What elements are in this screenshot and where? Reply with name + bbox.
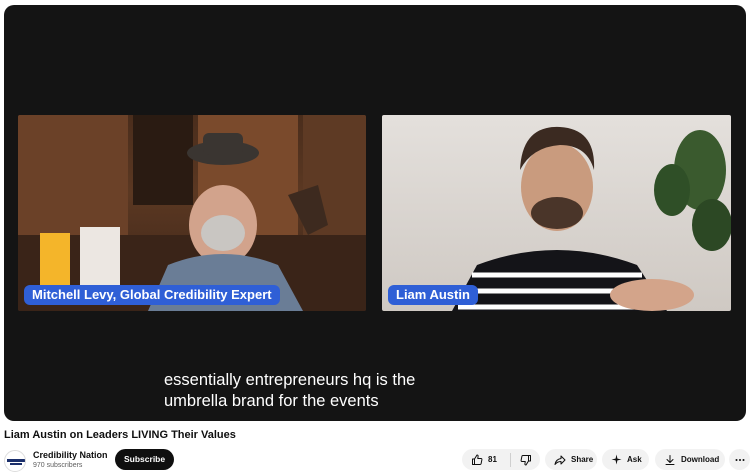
share-label: Share (571, 455, 594, 464)
participant-tile-left: Mitchell Levy, Global Credibility Expert (18, 115, 366, 311)
ask-label: Ask (627, 455, 642, 464)
video-caption: essentially entrepreneurs hq is the umbr… (164, 370, 415, 412)
download-button[interactable]: Download (655, 449, 725, 470)
video-player[interactable]: Mitchell Levy, Global Credibility Expert… (4, 5, 746, 421)
caption-line: essentially entrepreneurs hq is the (164, 371, 416, 389)
caption-line: umbrella brand for the events (164, 392, 379, 410)
share-button[interactable]: Share (545, 449, 597, 470)
subscriber-count: 970 subscribers (33, 462, 83, 469)
participant-left-image (18, 115, 366, 311)
ask-button[interactable]: Ask (602, 449, 649, 470)
channel-name[interactable]: Credibility Nation (33, 450, 108, 460)
like-count: 81 (488, 455, 497, 464)
participant-right-image (452, 126, 731, 311)
dislike-button[interactable] (511, 449, 540, 470)
more-actions-button[interactable] (729, 449, 750, 470)
thumbs-up-icon (472, 454, 483, 465)
like-dislike-group: 81 (462, 449, 540, 470)
sparkle-icon (611, 454, 622, 465)
channel-avatar[interactable] (4, 450, 26, 472)
thumbs-down-icon (520, 454, 531, 465)
video-title: Liam Austin on Leaders LIVING Their Valu… (4, 429, 236, 441)
more-horizontal-icon (735, 458, 744, 461)
download-icon (665, 454, 675, 465)
subscribe-button[interactable]: Subscribe (115, 449, 175, 470)
download-label: Download (681, 455, 720, 464)
like-button[interactable]: 81 (462, 449, 510, 470)
channel-logo-icon (7, 459, 25, 465)
participant-tile-right: Liam Austin (382, 115, 731, 311)
speaker-name-tag-left: Mitchell Levy, Global Credibility Expert (24, 285, 280, 305)
channel-row: Credibility Nation 970 subscribers Subsc… (4, 448, 750, 472)
share-icon (554, 455, 566, 465)
speaker-name-tag-right: Liam Austin (388, 285, 478, 305)
